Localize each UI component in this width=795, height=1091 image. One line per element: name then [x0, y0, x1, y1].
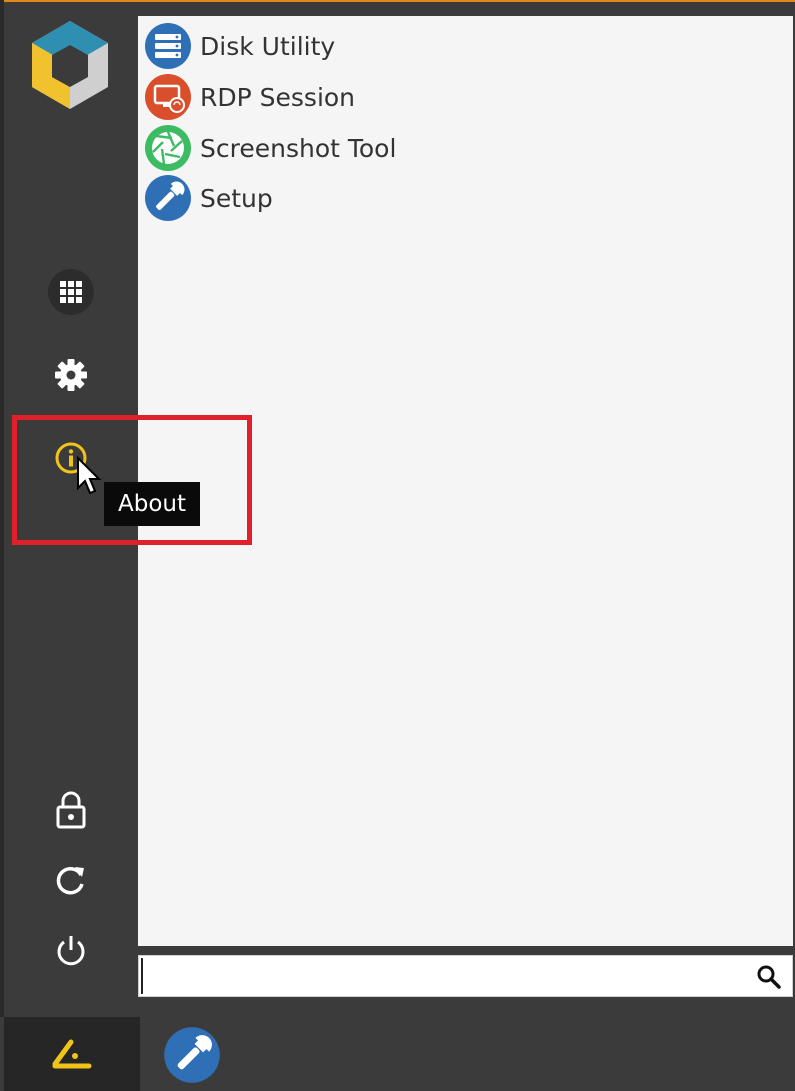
wrench-icon — [164, 1027, 220, 1083]
app-label: Screenshot Tool — [200, 133, 397, 163]
search-bar — [138, 955, 793, 997]
mouse-cursor-icon — [77, 456, 102, 495]
grid-icon — [48, 269, 94, 315]
top-accent-bar — [0, 0, 795, 7]
taskbar-setup-app[interactable] — [162, 1025, 222, 1085]
power-button[interactable] — [4, 927, 138, 973]
disk-icon — [144, 22, 192, 70]
app-item-disk-utility[interactable]: Disk Utility — [144, 22, 335, 70]
search-icon[interactable] — [756, 964, 782, 990]
app-label: RDP Session — [200, 82, 356, 112]
lock-icon — [56, 791, 86, 829]
power-icon — [57, 936, 85, 966]
about-tooltip: About — [104, 482, 201, 526]
lock-button[interactable] — [4, 787, 138, 833]
logo-icon — [32, 21, 108, 109]
taskbar — [0, 1017, 795, 1091]
screenshot-icon — [144, 124, 192, 172]
start-button[interactable] — [4, 1017, 140, 1091]
app-label: Disk Utility — [200, 31, 336, 61]
search-input[interactable] — [141, 958, 741, 994]
refresh-icon — [56, 867, 84, 895]
rdp-icon — [144, 73, 192, 121]
apps-grid-button[interactable] — [4, 267, 138, 317]
gear-icon — [55, 359, 87, 391]
restart-button[interactable] — [4, 857, 138, 903]
app-item-rdp-session[interactable]: RDP Session — [144, 73, 355, 121]
tooltip-text: About — [118, 491, 187, 517]
settings-button[interactable] — [4, 352, 138, 398]
app-item-setup[interactable]: Setup — [144, 174, 273, 222]
app-label: Setup — [200, 183, 273, 213]
start-logo-icon — [52, 1039, 92, 1069]
wrench-icon — [144, 174, 192, 222]
app-item-screenshot-tool[interactable]: Screenshot Tool — [144, 124, 396, 172]
